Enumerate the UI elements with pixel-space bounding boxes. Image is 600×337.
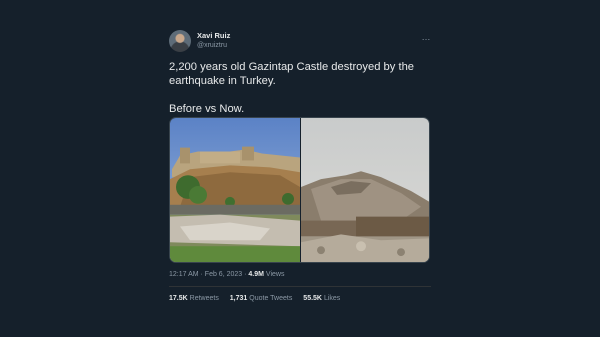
- divider: [169, 286, 431, 287]
- retweets-stat[interactable]: 17.5K Retweets: [169, 295, 219, 302]
- quotes-label: Quote Tweets: [249, 295, 293, 302]
- display-name[interactable]: Xavi Ruiz: [197, 31, 230, 41]
- views-label: Views: [263, 271, 285, 278]
- likes-count: 55.5K: [303, 295, 322, 302]
- likes-label: Likes: [323, 295, 341, 302]
- tweet-media[interactable]: [169, 117, 430, 263]
- retweets-label: Retweets: [189, 295, 219, 302]
- quotes-count: 1,731: [229, 295, 248, 302]
- timestamp[interactable]: 12:17 AM · Feb 6, 2023 ·: [169, 271, 248, 278]
- castle-now-image[interactable]: [301, 118, 430, 262]
- tweet-meta: 12:17 AM · Feb 6, 2023 · 4.9M Views: [169, 271, 284, 278]
- retweets-count: 17.5K: [169, 295, 188, 302]
- user-handle[interactable]: @xruiztru: [197, 41, 230, 51]
- castle-before-image[interactable]: [170, 118, 300, 262]
- likes-stat[interactable]: 55.5K Likes: [303, 295, 340, 302]
- views-count: 4.9M: [248, 271, 264, 278]
- engagement-stats: 17.5K Retweets 1,731 Quote Tweets 55.5K …: [169, 295, 349, 302]
- quote-tweets-stat[interactable]: 1,731 Quote Tweets: [230, 295, 293, 302]
- tweet-text: 2,200 years old Gazintap Castle destroye…: [169, 61, 415, 115]
- tweet-header: Xavi Ruiz @xruiztru …: [169, 30, 431, 54]
- avatar[interactable]: [169, 30, 191, 52]
- author-names[interactable]: Xavi Ruiz @xruiztru: [197, 31, 230, 51]
- tweet[interactable]: Xavi Ruiz @xruiztru … 2,200 years old Ga…: [169, 30, 431, 302]
- more-options-icon[interactable]: …: [422, 32, 432, 42]
